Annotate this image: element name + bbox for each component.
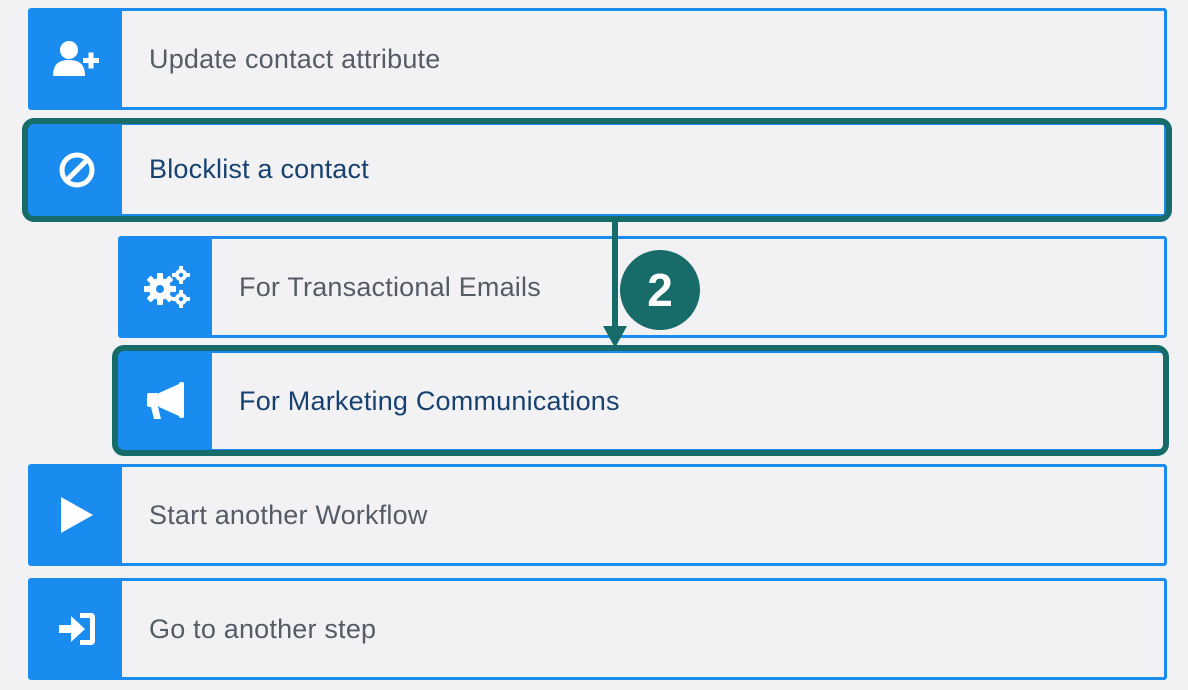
- gears-icon: [121, 239, 212, 335]
- block-icon: [31, 125, 122, 214]
- step-number-badge: 2: [620, 250, 700, 330]
- menu-item-update-contact-attribute[interactable]: Update contact attribute: [28, 8, 1167, 110]
- menu-item-label: Update contact attribute: [149, 43, 441, 74]
- play-icon: [31, 467, 122, 563]
- menu-item-start-workflow[interactable]: Start another Workflow: [28, 464, 1167, 566]
- sign-in-icon: [31, 581, 122, 677]
- add-user-icon: [31, 11, 122, 107]
- menu-item-label: For Marketing Communications: [239, 385, 620, 416]
- menu-item-label: Go to another step: [149, 613, 377, 644]
- menu-item-label: Start another Workflow: [149, 499, 428, 530]
- menu-item-label: Blocklist a contact: [149, 154, 369, 184]
- menu-item-label: For Transactional Emails: [239, 271, 541, 302]
- megaphone-icon: [121, 353, 212, 449]
- menu-item-marketing-communications[interactable]: For Marketing Communications: [118, 350, 1167, 452]
- menu-item-blocklist-contact[interactable]: Blocklist a contact: [28, 122, 1167, 217]
- menu-item-go-to-step[interactable]: Go to another step: [28, 578, 1167, 680]
